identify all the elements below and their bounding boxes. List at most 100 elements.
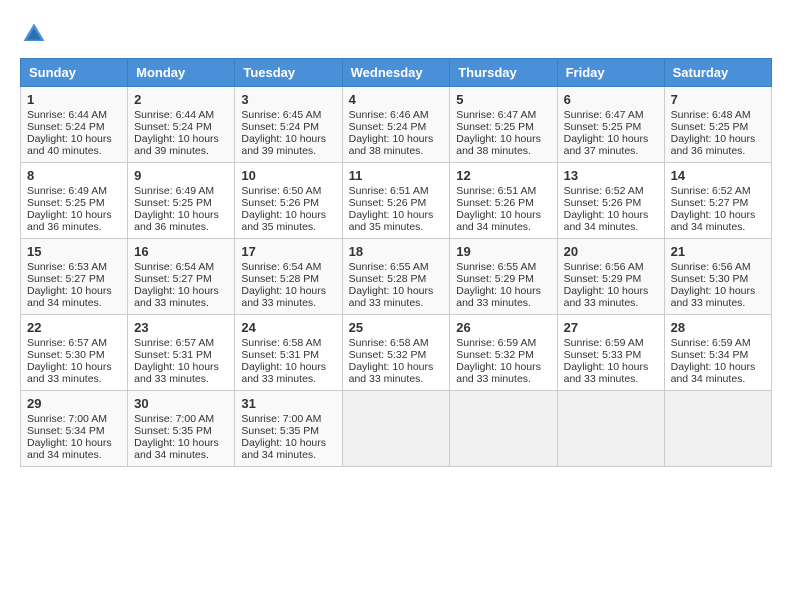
calendar-cell: 29 Sunrise: 7:00 AM Sunset: 5:34 PM Dayl… xyxy=(21,391,128,467)
day-number: 21 xyxy=(671,244,765,259)
daylight-label: Daylight: 10 hours and 34 minutes. xyxy=(27,437,112,461)
calendar-cell: 4 Sunrise: 6:46 AM Sunset: 5:24 PM Dayli… xyxy=(342,87,450,163)
sunrise-label: Sunrise: 6:51 AM xyxy=(456,185,536,197)
day-number: 5 xyxy=(456,92,550,107)
calendar-cell: 30 Sunrise: 7:00 AM Sunset: 5:35 PM Dayl… xyxy=(128,391,235,467)
day-number: 30 xyxy=(134,396,228,411)
day-number: 31 xyxy=(241,396,335,411)
day-number: 25 xyxy=(349,320,444,335)
sunset-label: Sunset: 5:33 PM xyxy=(564,349,642,361)
calendar-cell: 31 Sunrise: 7:00 AM Sunset: 5:35 PM Dayl… xyxy=(235,391,342,467)
day-number: 7 xyxy=(671,92,765,107)
day-number: 1 xyxy=(27,92,121,107)
daylight-label: Daylight: 10 hours and 34 minutes. xyxy=(671,209,756,233)
calendar-week-5: 29 Sunrise: 7:00 AM Sunset: 5:34 PM Dayl… xyxy=(21,391,772,467)
sunrise-label: Sunrise: 6:53 AM xyxy=(27,261,107,273)
calendar-cell: 22 Sunrise: 6:57 AM Sunset: 5:30 PM Dayl… xyxy=(21,315,128,391)
sunrise-label: Sunrise: 6:46 AM xyxy=(349,109,429,121)
sunset-label: Sunset: 5:29 PM xyxy=(456,273,534,285)
day-number: 29 xyxy=(27,396,121,411)
calendar-cell: 1 Sunrise: 6:44 AM Sunset: 5:24 PM Dayli… xyxy=(21,87,128,163)
calendar-cell: 11 Sunrise: 6:51 AM Sunset: 5:26 PM Dayl… xyxy=(342,163,450,239)
daylight-label: Daylight: 10 hours and 33 minutes. xyxy=(456,285,541,309)
day-number: 23 xyxy=(134,320,228,335)
day-number: 12 xyxy=(456,168,550,183)
sunset-label: Sunset: 5:30 PM xyxy=(671,273,749,285)
sunset-label: Sunset: 5:25 PM xyxy=(456,121,534,133)
calendar-cell: 20 Sunrise: 6:56 AM Sunset: 5:29 PM Dayl… xyxy=(557,239,664,315)
sunset-label: Sunset: 5:25 PM xyxy=(27,197,105,209)
calendar-cell: 13 Sunrise: 6:52 AM Sunset: 5:26 PM Dayl… xyxy=(557,163,664,239)
calendar-cell: 3 Sunrise: 6:45 AM Sunset: 5:24 PM Dayli… xyxy=(235,87,342,163)
sunset-label: Sunset: 5:31 PM xyxy=(241,349,319,361)
sunset-label: Sunset: 5:27 PM xyxy=(671,197,749,209)
daylight-label: Daylight: 10 hours and 35 minutes. xyxy=(241,209,326,233)
sunrise-label: Sunrise: 6:59 AM xyxy=(456,337,536,349)
daylight-label: Daylight: 10 hours and 38 minutes. xyxy=(349,133,434,157)
sunset-label: Sunset: 5:28 PM xyxy=(349,273,427,285)
calendar-cell xyxy=(557,391,664,467)
day-number: 6 xyxy=(564,92,658,107)
calendar-cell: 28 Sunrise: 6:59 AM Sunset: 5:34 PM Dayl… xyxy=(664,315,771,391)
sunset-label: Sunset: 5:24 PM xyxy=(241,121,319,133)
calendar-cell: 8 Sunrise: 6:49 AM Sunset: 5:25 PM Dayli… xyxy=(21,163,128,239)
sunrise-label: Sunrise: 6:49 AM xyxy=(134,185,214,197)
daylight-label: Daylight: 10 hours and 33 minutes. xyxy=(349,285,434,309)
daylight-label: Daylight: 10 hours and 35 minutes. xyxy=(349,209,434,233)
daylight-label: Daylight: 10 hours and 33 minutes. xyxy=(27,361,112,385)
calendar-header-wednesday: Wednesday xyxy=(342,59,450,87)
sunrise-label: Sunrise: 6:54 AM xyxy=(241,261,321,273)
daylight-label: Daylight: 10 hours and 36 minutes. xyxy=(27,209,112,233)
sunrise-label: Sunrise: 6:55 AM xyxy=(456,261,536,273)
sunrise-label: Sunrise: 6:44 AM xyxy=(134,109,214,121)
calendar-cell: 19 Sunrise: 6:55 AM Sunset: 5:29 PM Dayl… xyxy=(450,239,557,315)
sunrise-label: Sunrise: 6:57 AM xyxy=(27,337,107,349)
day-number: 13 xyxy=(564,168,658,183)
calendar-cell: 14 Sunrise: 6:52 AM Sunset: 5:27 PM Dayl… xyxy=(664,163,771,239)
daylight-label: Daylight: 10 hours and 34 minutes. xyxy=(564,209,649,233)
day-number: 28 xyxy=(671,320,765,335)
calendar-header-sunday: Sunday xyxy=(21,59,128,87)
sunset-label: Sunset: 5:31 PM xyxy=(134,349,212,361)
calendar-cell: 6 Sunrise: 6:47 AM Sunset: 5:25 PM Dayli… xyxy=(557,87,664,163)
daylight-label: Daylight: 10 hours and 33 minutes. xyxy=(241,361,326,385)
day-number: 20 xyxy=(564,244,658,259)
day-number: 4 xyxy=(349,92,444,107)
page-header xyxy=(20,20,772,48)
sunrise-label: Sunrise: 7:00 AM xyxy=(134,413,214,425)
sunset-label: Sunset: 5:28 PM xyxy=(241,273,319,285)
sunset-label: Sunset: 5:35 PM xyxy=(241,425,319,437)
calendar-week-2: 8 Sunrise: 6:49 AM Sunset: 5:25 PM Dayli… xyxy=(21,163,772,239)
calendar-cell: 26 Sunrise: 6:59 AM Sunset: 5:32 PM Dayl… xyxy=(450,315,557,391)
calendar-week-1: 1 Sunrise: 6:44 AM Sunset: 5:24 PM Dayli… xyxy=(21,87,772,163)
day-number: 14 xyxy=(671,168,765,183)
sunset-label: Sunset: 5:24 PM xyxy=(27,121,105,133)
logo xyxy=(20,20,52,48)
sunrise-label: Sunrise: 6:59 AM xyxy=(671,337,751,349)
calendar-cell: 23 Sunrise: 6:57 AM Sunset: 5:31 PM Dayl… xyxy=(128,315,235,391)
daylight-label: Daylight: 10 hours and 34 minutes. xyxy=(671,361,756,385)
sunset-label: Sunset: 5:34 PM xyxy=(671,349,749,361)
sunrise-label: Sunrise: 6:51 AM xyxy=(349,185,429,197)
sunrise-label: Sunrise: 6:47 AM xyxy=(456,109,536,121)
sunrise-label: Sunrise: 6:58 AM xyxy=(349,337,429,349)
day-number: 9 xyxy=(134,168,228,183)
sunset-label: Sunset: 5:25 PM xyxy=(134,197,212,209)
sunset-label: Sunset: 5:29 PM xyxy=(564,273,642,285)
sunrise-label: Sunrise: 6:57 AM xyxy=(134,337,214,349)
sunset-label: Sunset: 5:27 PM xyxy=(27,273,105,285)
daylight-label: Daylight: 10 hours and 40 minutes. xyxy=(27,133,112,157)
sunset-label: Sunset: 5:27 PM xyxy=(134,273,212,285)
daylight-label: Daylight: 10 hours and 33 minutes. xyxy=(456,361,541,385)
daylight-label: Daylight: 10 hours and 34 minutes. xyxy=(456,209,541,233)
daylight-label: Daylight: 10 hours and 33 minutes. xyxy=(349,361,434,385)
sunset-label: Sunset: 5:25 PM xyxy=(671,121,749,133)
daylight-label: Daylight: 10 hours and 33 minutes. xyxy=(564,285,649,309)
calendar-cell: 21 Sunrise: 6:56 AM Sunset: 5:30 PM Dayl… xyxy=(664,239,771,315)
sunrise-label: Sunrise: 6:59 AM xyxy=(564,337,644,349)
calendar-cell xyxy=(450,391,557,467)
sunset-label: Sunset: 5:24 PM xyxy=(134,121,212,133)
sunset-label: Sunset: 5:26 PM xyxy=(456,197,534,209)
calendar-header-tuesday: Tuesday xyxy=(235,59,342,87)
calendar-header-saturday: Saturday xyxy=(664,59,771,87)
